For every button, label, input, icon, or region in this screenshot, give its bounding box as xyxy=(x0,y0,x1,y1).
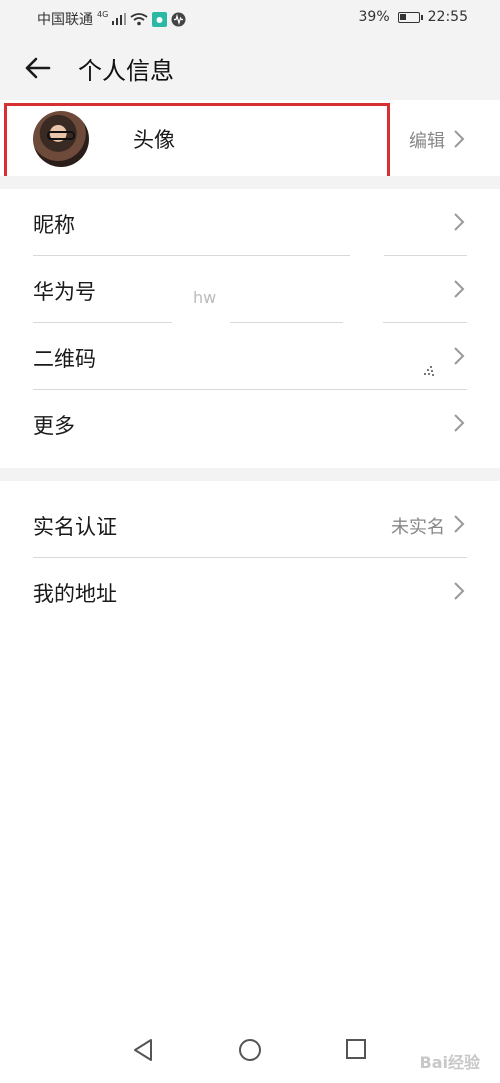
nav-recents-icon[interactable] xyxy=(345,1038,367,1060)
row-huawei-id[interactable]: 华为号 hw xyxy=(0,256,500,323)
chevron-right-icon xyxy=(454,213,465,231)
status-right: 39% 22:55 xyxy=(359,9,468,25)
row-label: 华为号 xyxy=(33,280,96,304)
row-real-name-verification[interactable]: 实名认证 未实名 xyxy=(0,491,500,558)
page-header: 个人信息 xyxy=(0,36,500,100)
section-gap xyxy=(0,176,500,189)
chevron-right-icon xyxy=(454,515,465,533)
section-gap xyxy=(0,468,500,481)
nav-home-icon[interactable] xyxy=(238,1038,262,1062)
row-my-address[interactable]: 我的地址 xyxy=(0,558,500,625)
battery-icon xyxy=(397,11,423,23)
page-title: 个人信息 xyxy=(78,57,174,85)
chevron-right-icon xyxy=(454,280,465,298)
qr-code-icon xyxy=(424,366,434,376)
system-nav-bar: Bai经验 xyxy=(0,1023,500,1083)
status-bar: 中国联通 4G 39% 22:55 xyxy=(0,0,500,36)
highlight-annotation-box xyxy=(4,103,390,183)
wifi-icon xyxy=(130,12,148,25)
row-nickname[interactable]: 昵称 xyxy=(0,189,500,256)
row-value: 未实名 xyxy=(391,517,445,538)
battery-percent: 39% xyxy=(358,9,390,25)
signal-icon xyxy=(112,13,127,25)
chevron-right-icon xyxy=(454,130,465,148)
app-notification-icon xyxy=(152,11,168,27)
arrow-left-icon[interactable] xyxy=(23,53,53,83)
row-qr-code[interactable]: 二维码 xyxy=(0,323,500,390)
row-more[interactable]: 更多 xyxy=(0,390,500,457)
row-value-partial: hw xyxy=(193,288,217,307)
status-left: 中国联通 4G xyxy=(37,9,186,29)
voice-notification-icon xyxy=(171,12,186,26)
row-label: 二维码 xyxy=(33,347,96,371)
watermark-logo: Bai经验 xyxy=(419,1053,480,1072)
row-label: 更多 xyxy=(33,414,75,438)
network-type: 4G xyxy=(97,9,109,19)
row-label: 我的地址 xyxy=(33,582,117,606)
chevron-right-icon xyxy=(454,347,465,365)
nav-back-icon[interactable] xyxy=(132,1038,154,1062)
clock: 22:55 xyxy=(427,9,468,25)
row-label: 实名认证 xyxy=(33,515,117,539)
row-label: 昵称 xyxy=(33,213,75,237)
carrier-name: 中国联通 xyxy=(37,12,93,28)
chevron-right-icon xyxy=(454,414,465,432)
avatar-edit-label[interactable]: 编辑 xyxy=(409,127,445,153)
chevron-right-icon xyxy=(454,582,465,600)
